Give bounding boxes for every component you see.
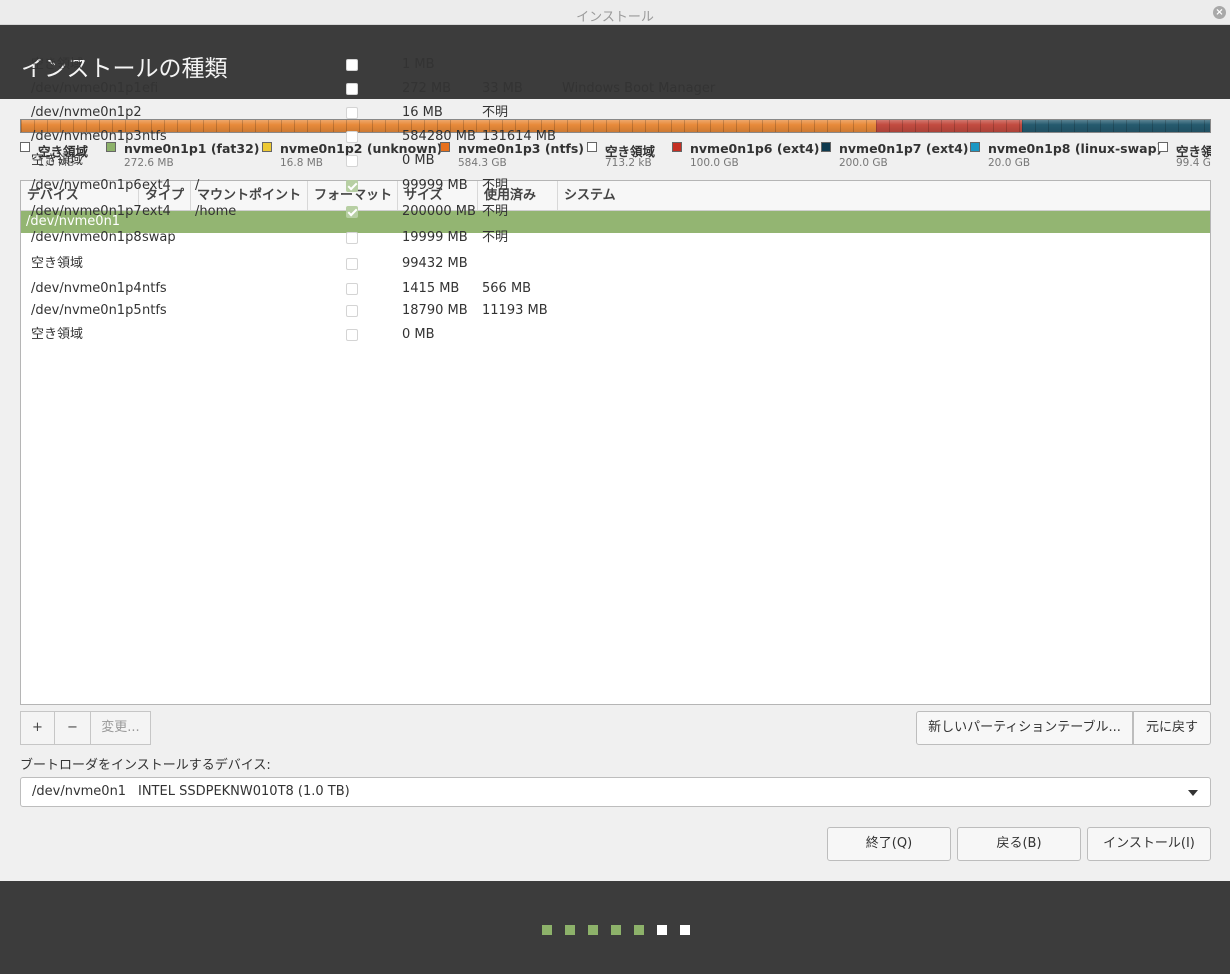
cell-used: 不明 [482,178,509,193]
table-row[interactable]: /dev/nvme0n1p5 ntfs 18790 MB 11193 MB [21,300,1210,322]
cell-mount: /home [195,204,237,219]
format-checkbox[interactable] [346,155,358,167]
table-row[interactable]: /dev/nvme0n1p2 16 MB 不明 [21,102,1210,124]
progress-footer [0,881,1230,974]
cell-device: 空き領域 [31,57,84,72]
progress-dot [542,925,552,935]
cell-device: /dev/nvme0n1p7 [31,204,142,219]
cell-system: Windows Boot Manager [562,81,716,96]
cell-device: 空き領域 [31,327,84,342]
cell-type: ntfs [142,129,167,144]
format-checkbox[interactable] [346,258,358,270]
install-button[interactable]: インストール(I) [1087,827,1211,861]
cell-device: /dev/nvme0n1p4 [31,281,142,296]
cell-device: 空き領域 [31,153,84,168]
cell-size: 99432 MB [402,256,468,271]
format-checkbox[interactable] [346,283,358,295]
table-row[interactable]: 空き領域 0 MB [21,150,1210,172]
table-row[interactable]: /dev/nvme0n1p8 swap 19999 MB 不明 [21,227,1210,249]
back-button[interactable]: 戻る(B) [957,827,1081,861]
title-bar: インストール × [0,0,1230,25]
progress-dot [588,925,598,935]
cell-size: 1 MB [402,57,435,72]
cell-size: 272 MB [402,81,452,96]
new-partition-table-button[interactable]: 新しいパーティションテーブル... [916,711,1133,745]
cell-size: 18790 MB [402,303,468,318]
cell-size: 19999 MB [402,230,468,245]
progress-dot [565,925,575,935]
chevron-down-icon [1188,790,1198,796]
format-checkbox[interactable] [346,232,358,244]
revert-button[interactable]: 元に戻す [1133,711,1211,745]
window-title: インストール [576,10,654,25]
format-checkbox[interactable] [346,131,358,143]
bootloader-label: ブートローダをインストールするデバイス: [20,758,271,773]
progress-dot [680,925,690,935]
format-checkbox[interactable] [346,180,358,192]
table-row[interactable]: 空き領域 99432 MB [21,253,1210,275]
cell-device: /dev/nvme0n1p8 [31,230,142,245]
table-row[interactable]: /dev/nvme0n1p6 ext4 / 99999 MB 不明 [21,175,1210,197]
format-checkbox[interactable] [346,329,358,341]
cell-device: /dev/nvme0n1p3 [31,129,142,144]
cell-used: 33 MB [482,81,523,96]
cell-type: efi [142,81,159,96]
add-partition-button[interactable]: + [20,711,55,745]
cell-type: ext4 [142,204,171,219]
remove-partition-button[interactable]: − [54,711,91,745]
table-row[interactable]: /dev/nvme0n1p7 ext4/home 200000 MB 不明 [21,201,1210,223]
cell-size: 200000 MB [402,204,476,219]
cell-device: /dev/nvme0n1p1 [31,81,142,96]
format-checkbox[interactable] [346,83,358,95]
format-checkbox[interactable] [346,206,358,218]
cell-size: 99999 MB [402,178,468,193]
cell-type: ext4 [142,178,171,193]
progress-dot [634,925,644,935]
cell-used: 不明 [482,204,509,219]
table-row[interactable]: 空き領域 1 MB [21,54,1210,76]
cell-device: /dev/nvme0n1p6 [31,178,142,193]
cell-used: 不明 [482,230,509,245]
cell-type: ntfs [142,281,167,296]
cell-used: 131614 MB [482,129,556,144]
cell-size: 1415 MB [402,281,460,296]
cell-size: 0 MB [402,153,435,168]
table-row[interactable]: /dev/nvme0n1p4 ntfs 1415 MB 566 MB [21,278,1210,300]
cell-used: 不明 [482,105,509,120]
quit-button[interactable]: 終了(Q) [827,827,951,861]
cell-used: 566 MB [482,281,532,296]
bootloader-device-select[interactable]: /dev/nvme0n1 INTEL SSDPEKNW010T8 (1.0 TB… [20,777,1211,807]
cell-device: 空き領域 [31,256,84,271]
format-checkbox[interactable] [346,305,358,317]
table-row[interactable]: 空き領域 0 MB [21,324,1210,346]
cell-mount: / [195,178,200,193]
cell-type: ntfs [142,303,167,318]
format-checkbox[interactable] [346,59,358,71]
progress-dot [657,925,667,935]
progress-dot [611,925,621,935]
cell-device: /dev/nvme0n1p5 [31,303,142,318]
bootloader-device-model: INTEL SSDPEKNW010T8 (1.0 TB) [138,784,350,799]
table-row[interactable]: /dev/nvme0n1p1 efi 272 MB 33 MB Windows Boot… [21,78,1210,100]
cell-used: 11193 MB [482,303,548,318]
close-icon[interactable]: × [1213,6,1226,19]
table-row[interactable]: /dev/nvme0n1p3 ntfs 584280 MB 131614 MB [21,126,1210,148]
partition-table[interactable]: デバイス タイプ マウントポイント フォーマット サイズ 使用済み システム /… [20,57,1211,705]
cell-device: /dev/nvme0n1p2 [31,105,142,120]
cell-type: swap [142,230,176,245]
cell-size: 584280 MB [402,129,476,144]
cell-size: 0 MB [402,327,435,342]
format-checkbox[interactable] [346,107,358,119]
bootloader-device: /dev/nvme0n1 [32,784,127,799]
cell-size: 16 MB [402,105,443,120]
change-partition-button[interactable]: 変更... [90,711,151,745]
